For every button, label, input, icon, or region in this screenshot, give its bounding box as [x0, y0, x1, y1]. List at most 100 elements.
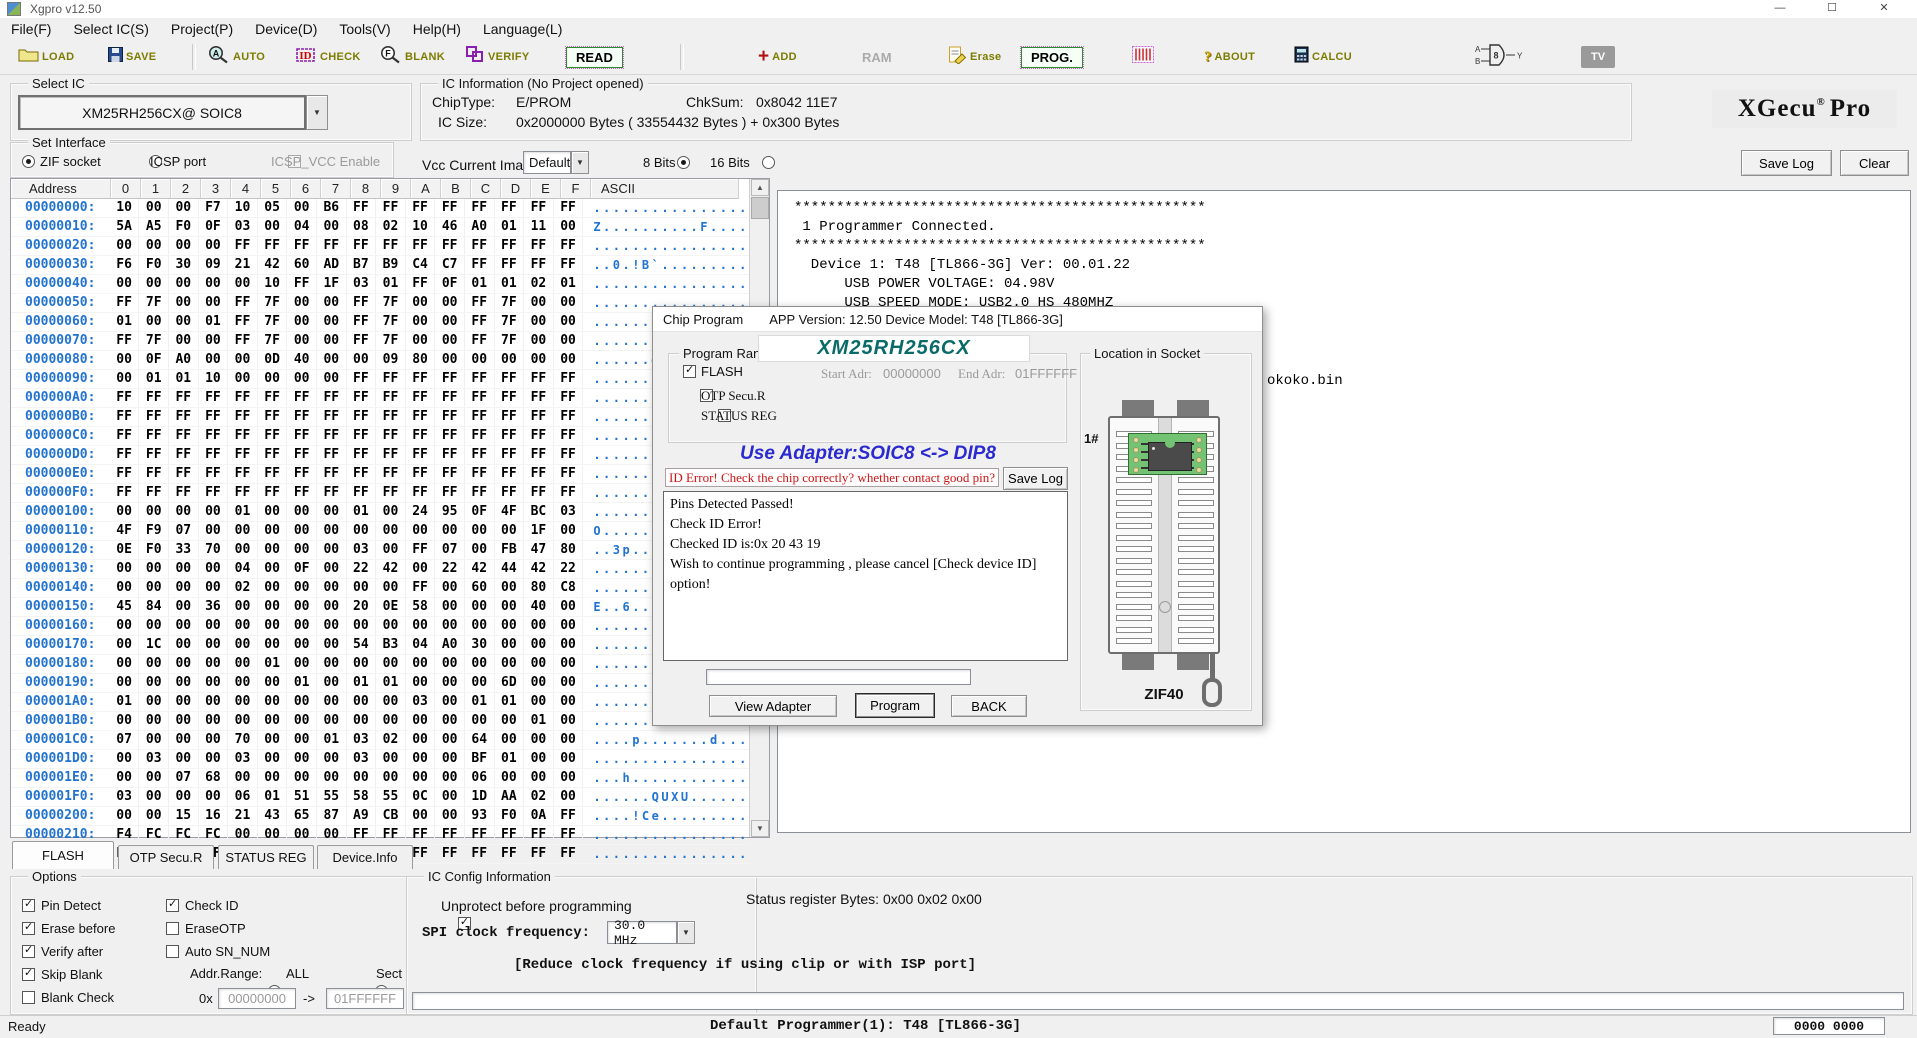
hex-row[interactable]: 00000110:4FF90700000000000000000000001F0… [11, 522, 749, 541]
hex-row[interactable]: 00000090:0001011000000000FFFFFFFFFFFFFFF… [11, 370, 749, 389]
spi-frequency-dropdown-button[interactable]: ▼ [677, 921, 695, 944]
back-button[interactable]: BACK [951, 695, 1027, 717]
hex-row[interactable]: 00000160:0000000000000000000000000000000… [11, 617, 749, 636]
minimize-button[interactable]: — [1760, 0, 1800, 18]
hex-row[interactable]: 000001B0:0000000000000000000000000000010… [11, 712, 749, 731]
scroll-down-button[interactable]: ▼ [751, 820, 769, 837]
grille-icon-button[interactable] [1131, 45, 1155, 69]
load-button[interactable]: LOAD [18, 45, 74, 69]
hex-row[interactable]: 000001F0:030000000601515558550C001DAA020… [11, 788, 749, 807]
maximize-button[interactable]: ☐ [1812, 0, 1852, 18]
menu-item[interactable]: Device(D) [244, 18, 328, 40]
checkbox[interactable] [166, 945, 179, 958]
checkbox[interactable] [166, 899, 179, 912]
hex-row[interactable]: 00000020:00000000FFFFFFFFFFFFFFFFFFFFFFF… [11, 237, 749, 256]
blank-button[interactable]: F BLANK [380, 45, 445, 69]
verify-button[interactable]: VERIFY [465, 45, 530, 69]
tv-button[interactable]: TV [1581, 45, 1615, 69]
hex-row[interactable]: 00000100:0000000001000000010024950F4FBC0… [11, 503, 749, 522]
bits8-radio[interactable] [677, 156, 690, 169]
hex-row[interactable]: 000000D0:FFFFFFFFFFFFFFFFFFFFFFFFFFFFFFF… [11, 446, 749, 465]
scroll-up-button[interactable]: ▲ [751, 179, 769, 196]
view-adapter-button[interactable]: View Adapter [709, 695, 837, 717]
hex-row[interactable]: 000000A0:FFFFFFFFFFFFFFFFFFFFFFFFFFFFFFF… [11, 389, 749, 408]
option-erase-before[interactable]: Erase before [22, 920, 115, 936]
logic-gate-button[interactable]: A B 8 Y [1473, 45, 1527, 69]
hex-row[interactable]: 00000140:00000000020000000000FF00600080C… [11, 579, 749, 598]
hex-row[interactable]: 000001D0:000300000300000003000000BF01000… [11, 750, 749, 769]
hex-row[interactable]: 00000030:F6F03009214260ADB7B9C4C7FFFFFFF… [11, 256, 749, 275]
checkbox[interactable] [22, 991, 35, 1004]
vcc-imax-select[interactable]: Default [523, 151, 571, 174]
tab-device-info[interactable]: Device.Info [317, 845, 413, 869]
checkbox[interactable] [22, 899, 35, 912]
hex-row[interactable]: 00000120:0EF03370000000000300FF0700FB478… [11, 541, 749, 560]
spi-frequency-select[interactable]: 30.0 MHz [607, 921, 677, 944]
tab-status-reg[interactable]: STATUS REG [218, 845, 314, 869]
close-button[interactable]: ✕ [1864, 0, 1904, 18]
hex-row[interactable]: 000000C0:FFFFFFFFFFFFFFFFFFFFFFFFFFFFFFF… [11, 427, 749, 446]
save-button[interactable]: SAVE [108, 45, 156, 69]
tab-otp-secu-r[interactable]: OTP Secu.R [118, 845, 214, 869]
option-eraseotp[interactable]: EraseOTP [166, 920, 246, 936]
ic-select-combobox[interactable]: XM25RH256CX@ SOIC8 [18, 95, 306, 130]
read-button[interactable]: READ [566, 45, 623, 69]
hex-row[interactable]: 00000070:FF7F0000FF7F0000FF7F0000FF7F000… [11, 332, 749, 351]
menu-item[interactable]: Select IC(S) [62, 18, 159, 40]
checkbox[interactable] [166, 922, 179, 935]
erase-button[interactable]: Erase [948, 45, 1001, 69]
hex-body[interactable]: 00000000:100000F7100500B6FFFFFFFFFFFFFFF… [11, 199, 749, 864]
hex-row[interactable]: 00000040:000000000010FF1F0301FF0F0101020… [11, 275, 749, 294]
hex-row[interactable]: 000001E0:0000076800000000000000000600000… [11, 769, 749, 788]
menu-item[interactable]: Language(L) [472, 18, 573, 40]
about-button[interactable]: ? ABOUT [1204, 45, 1255, 69]
scrollbar-thumb[interactable] [751, 197, 769, 219]
option-pin-detect[interactable]: Pin Detect [22, 897, 101, 913]
hex-row[interactable]: 00000010:5AA5F00F0300040008021046A001110… [11, 218, 749, 237]
option-skip-blank[interactable]: Skip Blank [22, 966, 102, 982]
addr-from-input[interactable]: 00000000 [218, 988, 296, 1009]
option-verify-after[interactable]: Verify after [22, 943, 103, 959]
option-blank-check[interactable]: Blank Check [22, 989, 114, 1005]
hex-row[interactable]: 00000170:001C00000000000054B304A03000000… [11, 636, 749, 655]
dialog-save-log-button[interactable]: Save Log [1003, 467, 1068, 490]
hex-row[interactable]: 00000180:0000000000010000000000000000000… [11, 655, 749, 674]
hex-row[interactable]: 000001C0:0700000070000001030200006400000… [11, 731, 749, 750]
prog-button[interactable]: PROG. [1021, 45, 1083, 69]
menu-item[interactable]: Project(P) [160, 18, 244, 40]
hex-row[interactable]: 00000000:100000F7100500B6FFFFFFFFFFFFFFF… [11, 199, 749, 218]
hex-row[interactable]: 00000210:F4FCFCFC00000000FFFFFFFFFFFFFFF… [11, 826, 749, 845]
hex-row[interactable]: 00000060:01000001FF7F0000FF7F0000FF7F000… [11, 313, 749, 332]
vcc-imax-dropdown-button[interactable]: ▼ [571, 151, 589, 174]
save-log-button[interactable]: Save Log [1741, 150, 1832, 176]
add-button[interactable]: + ADD [758, 45, 797, 69]
option-check-id[interactable]: Check ID [166, 897, 238, 913]
hex-row[interactable]: 000000B0:FFFFFFFFFFFFFFFFFFFFFFFFFFFFFFF… [11, 408, 749, 427]
zif-socket-radio[interactable] [22, 155, 35, 168]
menu-item[interactable]: File(F) [0, 18, 62, 40]
checkbox[interactable] [22, 945, 35, 958]
bits16-radio[interactable] [762, 156, 775, 169]
menu-item[interactable]: Tools(V) [328, 18, 401, 40]
menu-item[interactable]: Help(H) [402, 18, 472, 40]
tab-flash[interactable]: FLASH [12, 841, 114, 869]
calcu-button[interactable]: CALCU [1294, 45, 1352, 69]
hex-row[interactable]: 00000080:000FA000000D4000000980000000000… [11, 351, 749, 370]
hex-row[interactable]: 000001A0:0100000000000000000003000101000… [11, 693, 749, 712]
option-auto-sn-num[interactable]: Auto SN_NUM [166, 943, 270, 959]
hex-row[interactable]: 00000150:4584003600000000200E58000000400… [11, 598, 749, 617]
flash-checkbox[interactable] [683, 365, 696, 378]
check-id-button[interactable]: ID CHECK [295, 45, 361, 69]
auto-button[interactable]: A AUTO [208, 45, 265, 69]
hex-row[interactable]: 000000E0:FFFFFFFFFFFFFFFFFFFFFFFFFFFFFFF… [11, 465, 749, 484]
checkbox[interactable] [22, 922, 35, 935]
hex-row[interactable]: 00000200:0000151621436587A9CB000093F00AF… [11, 807, 749, 826]
hex-row[interactable]: 000000F0:FFFFFFFFFFFFFFFFFFFFFFFFFFFFFFF… [11, 484, 749, 503]
clear-button[interactable]: Clear [1840, 150, 1909, 176]
hex-row[interactable]: 00000190:000000000000010001010000006D000… [11, 674, 749, 693]
checkbox[interactable] [22, 968, 35, 981]
ic-select-dropdown-button[interactable]: ▼ [306, 95, 328, 130]
hex-row[interactable]: 00000050:FF7F0000FF7F0000FF7F0000FF7F000… [11, 294, 749, 313]
addr-to-input[interactable]: 01FFFFFF [326, 988, 404, 1009]
program-button[interactable]: Program [856, 694, 934, 717]
